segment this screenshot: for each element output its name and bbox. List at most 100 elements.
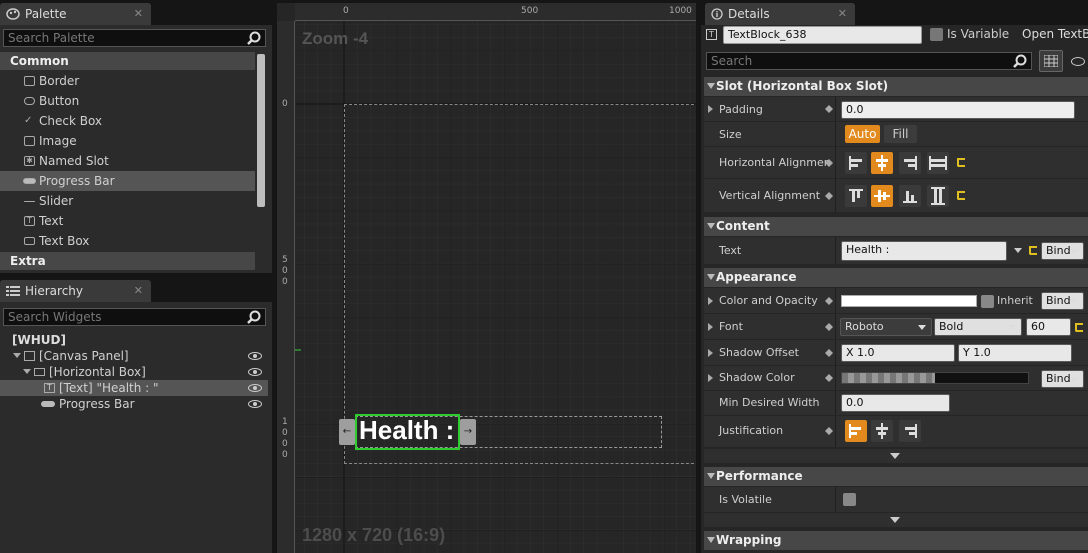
is-volatile-checkbox[interactable] (843, 493, 856, 506)
text-value-input[interactable]: Health : (841, 241, 1007, 261)
expand-arrow-icon[interactable] (708, 349, 713, 357)
is-variable-checkbox[interactable] (930, 28, 943, 41)
appearance-advanced-toggle[interactable] (704, 449, 1088, 463)
padding-input[interactable]: 0.0 (841, 101, 1075, 119)
diamond-icon (825, 159, 833, 167)
widget-name-input[interactable]: TextBlock_638 (723, 26, 922, 44)
shadow-color-bind-dropdown[interactable]: Bind (1041, 370, 1084, 388)
diamond-icon (825, 105, 833, 113)
visibility-eye-icon[interactable] (248, 384, 262, 392)
expand-arrow-icon[interactable] (23, 369, 31, 374)
palette-item-named-slot[interactable]: ✱ Named Slot (0, 151, 255, 171)
eye-icon[interactable] (1071, 57, 1085, 66)
performance-advanced-toggle[interactable] (704, 513, 1088, 527)
details-search-input[interactable]: Search (706, 52, 1032, 70)
palette-item-label: Named Slot (39, 154, 109, 168)
shadow-offset-y-input[interactable]: Y 1.0 (958, 344, 1072, 362)
justify-right-button[interactable] (899, 420, 921, 442)
property-matrix-button[interactable] (1039, 50, 1063, 72)
move-left-handle[interactable]: ← (339, 419, 355, 445)
expand-arrow-icon[interactable] (708, 374, 713, 382)
palette-item-border[interactable]: Border (0, 71, 255, 91)
hierarchy-node-label: [Text] "Health : " (59, 381, 159, 395)
diamond-icon (825, 323, 833, 331)
expand-arrow-icon[interactable] (708, 105, 713, 113)
palette-item-progress-bar[interactable]: Progress Bar (0, 171, 255, 191)
section-slot[interactable]: Slot (Horizontal Box Slot) (704, 77, 1088, 96)
category-common[interactable]: Common (0, 52, 255, 70)
shadow-offset-x-input[interactable]: X 1.0 (841, 344, 955, 362)
palette-item-check-box[interactable]: ✓ Check Box (0, 111, 255, 131)
v-align-top-button[interactable] (845, 185, 867, 207)
v-align-center-button[interactable] (871, 185, 893, 207)
visibility-eye-icon[interactable] (248, 352, 262, 360)
h-align-right-button[interactable] (899, 152, 921, 174)
palette-item-slider[interactable]: Slider (0, 191, 255, 211)
hierarchy-node-horizontal-box[interactable]: [Horizontal Box] (0, 364, 268, 380)
tab-palette[interactable]: Palette ✕ (0, 3, 151, 25)
v-align-fill-button[interactable] (927, 185, 949, 207)
h-align-center-button[interactable] (871, 152, 893, 174)
reset-to-default-icon[interactable] (957, 191, 965, 200)
min-desired-width-input[interactable]: 0.0 (841, 394, 950, 412)
search-icon[interactable] (247, 31, 261, 45)
ruler-label: 0 (282, 439, 288, 449)
ruler-label: 0 (282, 450, 288, 460)
reset-to-default-icon[interactable] (1075, 323, 1083, 332)
h-align-left-button[interactable] (845, 152, 867, 174)
shadow-color-swatch[interactable] (841, 372, 1029, 384)
visibility-eye-icon[interactable] (248, 400, 262, 408)
canvas-panel-bounds[interactable] (344, 104, 696, 464)
font-size-input[interactable]: 60 (1026, 318, 1071, 336)
reset-to-default-icon[interactable] (957, 158, 965, 167)
v-align-bottom-button[interactable] (899, 185, 921, 207)
reset-to-default-icon[interactable] (1029, 246, 1037, 255)
padding-label: Padding (719, 103, 763, 116)
expand-arrow-icon[interactable] (708, 323, 713, 331)
open-textblock-button[interactable]: Open TextB (1022, 27, 1088, 41)
section-performance[interactable]: Performance (704, 467, 1088, 486)
justify-center-button[interactable] (871, 420, 893, 442)
hierarchy-node-text-health[interactable]: T [Text] "Health : " (0, 380, 268, 396)
section-content[interactable]: Content (704, 217, 1088, 236)
h-align-fill-button[interactable] (927, 152, 949, 174)
palette-item-button[interactable]: Button (0, 91, 255, 111)
tab-hierarchy[interactable]: Hierarchy ✕ (0, 280, 151, 302)
text-bind-dropdown[interactable]: Bind (1041, 242, 1084, 260)
category-extra[interactable]: Extra (0, 252, 255, 270)
palette-item-text-box[interactable]: Text Box (0, 231, 255, 251)
section-wrapping-label: Wrapping (716, 533, 782, 547)
search-icon[interactable] (1013, 54, 1027, 68)
size-auto-button[interactable]: Auto (845, 125, 880, 143)
hierarchy-root[interactable]: [WHUD] (12, 332, 66, 348)
ruler-label: 0 (282, 266, 288, 276)
move-right-handle[interactable]: → (460, 419, 476, 445)
designer-viewport[interactable]: 0 500 1000 0 5 0 0 1 0 0 0 Zoom -4 1280 … (277, 3, 696, 553)
expand-arrow-icon[interactable] (13, 353, 21, 358)
section-wrapping[interactable]: Wrapping (704, 531, 1088, 550)
search-icon[interactable] (247, 310, 261, 324)
size-fill-button[interactable]: Fill (884, 125, 917, 143)
color-bind-dropdown[interactable]: Bind (1041, 292, 1084, 310)
hierarchy-root-label: [WHUD] (12, 333, 66, 347)
justify-left-button[interactable] (845, 420, 867, 442)
section-appearance[interactable]: Appearance (704, 268, 1088, 287)
hierarchy-search-input[interactable]: Search Widgets (3, 308, 266, 326)
visibility-eye-icon[interactable] (248, 368, 262, 376)
color-swatch[interactable] (841, 295, 977, 307)
chevron-down-icon[interactable] (1014, 248, 1022, 253)
close-icon[interactable]: ✕ (134, 284, 143, 297)
hierarchy-node-canvas-panel[interactable]: [Canvas Panel] (0, 348, 268, 364)
close-icon[interactable]: ✕ (134, 7, 143, 20)
tab-details[interactable]: Details ✕ (705, 3, 855, 25)
palette-item-text[interactable]: T Text (0, 211, 255, 231)
palette-item-image[interactable]: Image (0, 131, 255, 151)
close-icon[interactable]: ✕ (838, 7, 847, 20)
font-family-dropdown[interactable]: Roboto (840, 318, 932, 336)
inherit-checkbox[interactable] (981, 295, 994, 308)
expand-arrow-icon[interactable] (708, 297, 713, 305)
hierarchy-node-progress-bar[interactable]: Progress Bar (0, 396, 268, 412)
palette-search-input[interactable]: Search Palette (3, 29, 266, 47)
palette-scrollbar[interactable] (257, 54, 265, 207)
font-style-dropdown[interactable]: Bold (934, 318, 1022, 336)
